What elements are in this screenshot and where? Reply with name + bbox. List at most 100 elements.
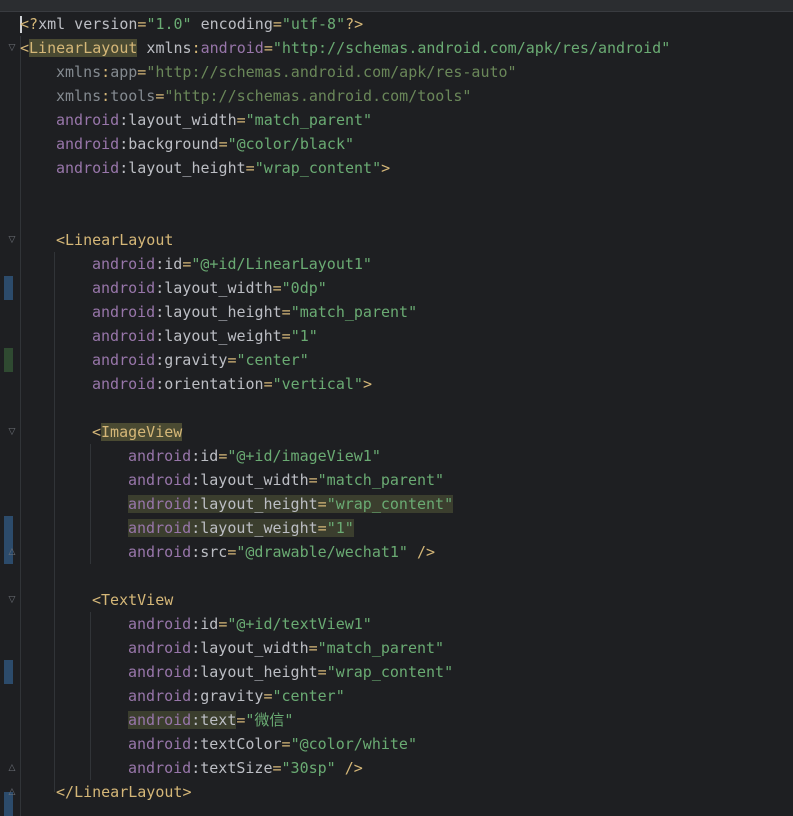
code-token: tools [110, 87, 156, 105]
code-token: :layout_weight [155, 327, 282, 345]
code-line[interactable]: android:layout_width="match_parent" [128, 636, 444, 660]
code-token: :textSize [191, 759, 273, 777]
code-line[interactable]: android:layout_height="match_parent" [92, 300, 417, 324]
code-token: /> [407, 543, 436, 561]
code-token: xmlns [56, 87, 102, 105]
fold-close-icon[interactable]: △ [7, 547, 17, 557]
code-line[interactable]: <LinearLayout xmlns:android="http://sche… [20, 36, 670, 60]
code-token: "vertical" [272, 375, 363, 393]
code-line[interactable]: android:id="@+id/imageView1" [128, 444, 381, 468]
code-token: = [281, 303, 291, 321]
code-token: "http://schemas.android.com/apk/res-auto… [146, 63, 517, 81]
code-token: xmlns [56, 63, 102, 81]
code-token: android [128, 471, 192, 489]
code-editor[interactable]: <?xml version="1.0" encoding="utf-8"?> <L… [20, 12, 793, 816]
code-line[interactable]: xmlns:tools="http://schemas.android.com/… [56, 84, 471, 108]
code-token: = [263, 39, 273, 57]
code-token: "match_parent" [245, 111, 373, 129]
fold-open-icon[interactable]: ▽ [7, 595, 17, 605]
change-marker-icon[interactable] [4, 660, 13, 684]
code-line[interactable]: android:layout_height="wrap_content" [128, 492, 454, 516]
code-line-content: android:layout_width="0dp" [92, 279, 327, 297]
change-marker-icon[interactable] [4, 348, 13, 372]
code-token: android [128, 663, 192, 681]
code-line[interactable]: android:layout_weight="1" [128, 516, 354, 540]
code-line[interactable]: <ImageView [92, 420, 183, 444]
code-token: = [317, 663, 327, 681]
code-token: = [137, 63, 147, 81]
code-token: = [272, 279, 282, 297]
fold-open-icon[interactable]: ▽ [7, 235, 17, 245]
code-token: android [56, 135, 120, 153]
code-line[interactable]: android:text="微信" [128, 708, 293, 732]
code-line-content: android:id="@+id/textView1" [128, 615, 372, 633]
code-token: :src [191, 543, 228, 561]
code-line[interactable]: xmlns:app="http://schemas.android.com/ap… [56, 60, 517, 84]
code-line[interactable]: android:layout_width="0dp" [92, 276, 327, 300]
code-token: :gravity [155, 351, 228, 369]
code-token: = [272, 15, 282, 33]
code-line-content: android:textColor="@color/white" [128, 735, 417, 753]
indent-guide [90, 612, 91, 780]
code-token: "center" [272, 687, 345, 705]
code-line[interactable]: android:layout_width="match_parent" [128, 468, 444, 492]
code-line[interactable]: </LinearLayout> [56, 780, 191, 804]
code-line-content: android:src="@drawable/wechat1" /> [128, 543, 435, 561]
code-line-content: xmlns:tools="http://schemas.android.com/… [56, 87, 471, 105]
code-token: android [128, 495, 192, 513]
code-token: :layout_height [191, 495, 318, 513]
code-line[interactable]: android:layout_height="wrap_content" [128, 660, 453, 684]
code-token: :text [191, 711, 237, 729]
code-token: android [92, 375, 156, 393]
code-token: /> [335, 759, 363, 777]
code-line[interactable]: android:textSize="30sp" /> [128, 756, 363, 780]
code-token: :gravity [191, 687, 264, 705]
code-token: :layout_height [155, 303, 282, 321]
code-token: :background [119, 135, 219, 153]
fold-close-icon[interactable]: △ [7, 763, 17, 773]
code-token: : [101, 63, 111, 81]
code-token: "1.0" [146, 15, 192, 33]
code-line[interactable]: android:gravity="center" [128, 684, 345, 708]
fold-open-icon[interactable]: ▽ [7, 43, 17, 53]
editor-gutter[interactable]: ▽ ▽ ▽ △ ▽ △ △ [0, 12, 20, 816]
code-line[interactable]: <LinearLayout [56, 228, 173, 252]
code-line-content: android:orientation="vertical"> [92, 375, 372, 393]
code-token: :orientation [155, 375, 264, 393]
code-line[interactable]: android:src="@drawable/wechat1" /> [128, 540, 435, 564]
code-line[interactable]: android:background="@color/black" [56, 132, 354, 156]
code-line[interactable]: android:orientation="vertical"> [92, 372, 372, 396]
code-token: = [281, 327, 291, 345]
indent-guide [20, 36, 21, 816]
change-marker-icon[interactable] [4, 276, 13, 300]
code-token: = [218, 135, 228, 153]
code-line[interactable]: android:layout_width="match_parent" [56, 108, 372, 132]
code-token: :id [155, 255, 183, 273]
code-token: </ [56, 783, 75, 801]
code-line[interactable]: android:gravity="center" [92, 348, 309, 372]
code-line[interactable]: android:layout_weight="1" [92, 324, 318, 348]
code-token: LinearLayout [29, 39, 138, 57]
code-line[interactable]: android:id="@+id/LinearLayout1" [92, 252, 372, 276]
code-token: : [191, 39, 201, 57]
fold-close-icon[interactable]: △ [7, 787, 17, 797]
code-token: = [245, 159, 255, 177]
code-token: android [56, 111, 120, 129]
code-line[interactable]: <TextView [92, 588, 173, 612]
code-line-content: <LinearLayout [56, 231, 173, 249]
code-line[interactable]: <?xml version="1.0" encoding="utf-8"?> [20, 12, 363, 36]
code-line[interactable]: android:layout_height="wrap_content"> [56, 156, 390, 180]
fold-open-icon[interactable]: ▽ [7, 427, 17, 437]
code-token: < [20, 39, 30, 57]
code-line-content: android:layout_weight="1" [92, 327, 318, 345]
code-line[interactable]: android:textColor="@color/white" [128, 732, 417, 756]
code-line-content: <ImageView [92, 423, 183, 441]
code-token: : [101, 87, 111, 105]
code-token: = [263, 375, 273, 393]
code-token: android [92, 279, 156, 297]
code-token: :id [191, 615, 219, 633]
code-token: :layout_width [155, 279, 273, 297]
code-token: "@drawable/wechat1" [236, 543, 408, 561]
code-token: = [281, 735, 291, 753]
code-line[interactable]: android:id="@+id/textView1" [128, 612, 372, 636]
